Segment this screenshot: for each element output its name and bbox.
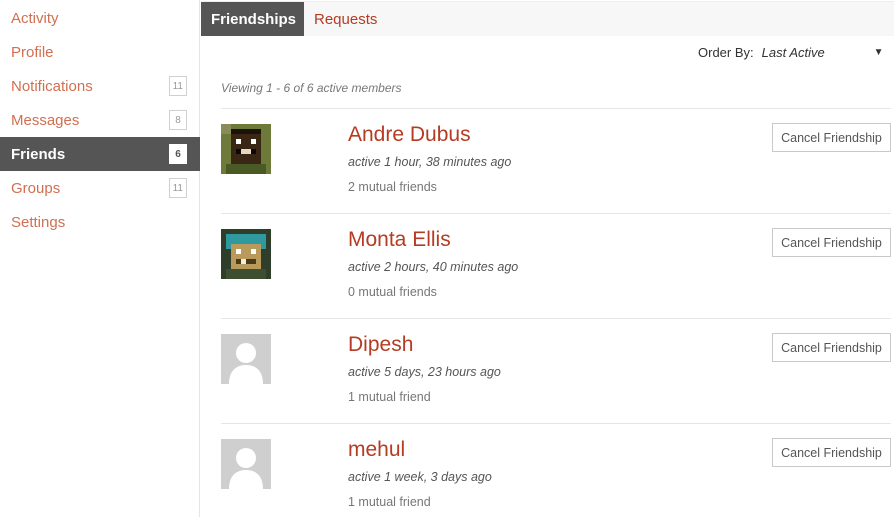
sidebar-item-profile[interactable]: Profile: [0, 35, 200, 69]
member-last-active: active 5 days, 23 hours ago: [348, 365, 501, 379]
pixel-avatar-teal-icon[interactable]: [221, 229, 271, 279]
pixel-avatar-dark-icon[interactable]: [221, 124, 271, 174]
member-name-link[interactable]: Andre Dubus: [348, 123, 471, 147]
sidebar-item-notifications[interactable]: Notifications 11: [0, 69, 200, 103]
list-item: mehul active 1 week, 3 days ago 1 mutual…: [221, 423, 891, 523]
order-by-select[interactable]: Order By: Last Active ▼: [698, 45, 884, 60]
sidebar-item-friends[interactable]: Friends 6: [0, 137, 200, 171]
sidebar-item-activity[interactable]: Activity: [0, 1, 200, 35]
count-badge: 11: [168, 76, 187, 96]
member-last-active: active 1 week, 3 days ago: [348, 470, 492, 484]
count-badge: 8: [169, 110, 187, 130]
sidebar-item-label: Groups: [11, 179, 61, 197]
sidebar-item-label: Friends: [11, 145, 66, 163]
default-user-icon[interactable]: [221, 334, 271, 384]
order-by-label: Order By:: [698, 45, 754, 60]
count-badge: 11: [168, 178, 187, 198]
sidebar-item-label: Activity: [11, 9, 59, 27]
member-last-active: active 2 hours, 40 minutes ago: [348, 260, 519, 274]
member-mutual-friends: 0 mutual friends: [348, 285, 437, 299]
subnav-tabs: Friendships Requests: [201, 1, 894, 36]
member-last-active: active 1 hour, 38 minutes ago: [348, 155, 512, 169]
cancel-friendship-button[interactable]: Cancel Friendship: [772, 333, 891, 362]
cancel-friendship-button[interactable]: Cancel Friendship: [772, 228, 891, 257]
order-by-value[interactable]: Last Active: [762, 45, 874, 60]
count-badge: 6: [169, 144, 187, 164]
sidebar-item-settings[interactable]: Settings: [0, 205, 200, 239]
member-mutual-friends: 1 mutual friend: [348, 390, 431, 404]
sidebar-item-groups[interactable]: Groups 11: [0, 171, 200, 205]
cancel-friendship-button[interactable]: Cancel Friendship: [772, 123, 891, 152]
sidebar-item-label: Settings: [11, 213, 66, 231]
caret-down-icon[interactable]: ▼: [874, 47, 884, 58]
cancel-friendship-button[interactable]: Cancel Friendship: [772, 438, 891, 467]
profile-sidebar: Activity Profile Notifications 11 Messag…: [0, 0, 200, 517]
member-name-link[interactable]: mehul: [348, 438, 405, 462]
member-mutual-friends: 1 mutual friend: [348, 495, 431, 509]
list-item: Andre Dubus active 1 hour, 38 minutes ag…: [221, 108, 891, 208]
sidebar-item-label: Profile: [11, 43, 54, 61]
default-user-icon[interactable]: [221, 439, 271, 489]
list-item: Monta Ellis active 2 hours, 40 minutes a…: [221, 213, 891, 313]
sidebar-item-label: Messages: [11, 111, 80, 129]
sidebar-item-label: Notifications: [11, 77, 93, 95]
sidebar-item-messages[interactable]: Messages 8: [0, 103, 200, 137]
member-name-link[interactable]: Dipesh: [348, 333, 413, 357]
member-name-link[interactable]: Monta Ellis: [348, 228, 451, 252]
tab-friendships[interactable]: Friendships: [201, 2, 304, 36]
member-mutual-friends: 2 mutual friends: [348, 180, 437, 194]
list-item: Dipesh active 5 days, 23 hours ago 1 mut…: [221, 318, 891, 418]
pagination-count: Viewing 1 - 6 of 6 active members: [221, 81, 402, 95]
tab-requests[interactable]: Requests: [304, 2, 387, 36]
